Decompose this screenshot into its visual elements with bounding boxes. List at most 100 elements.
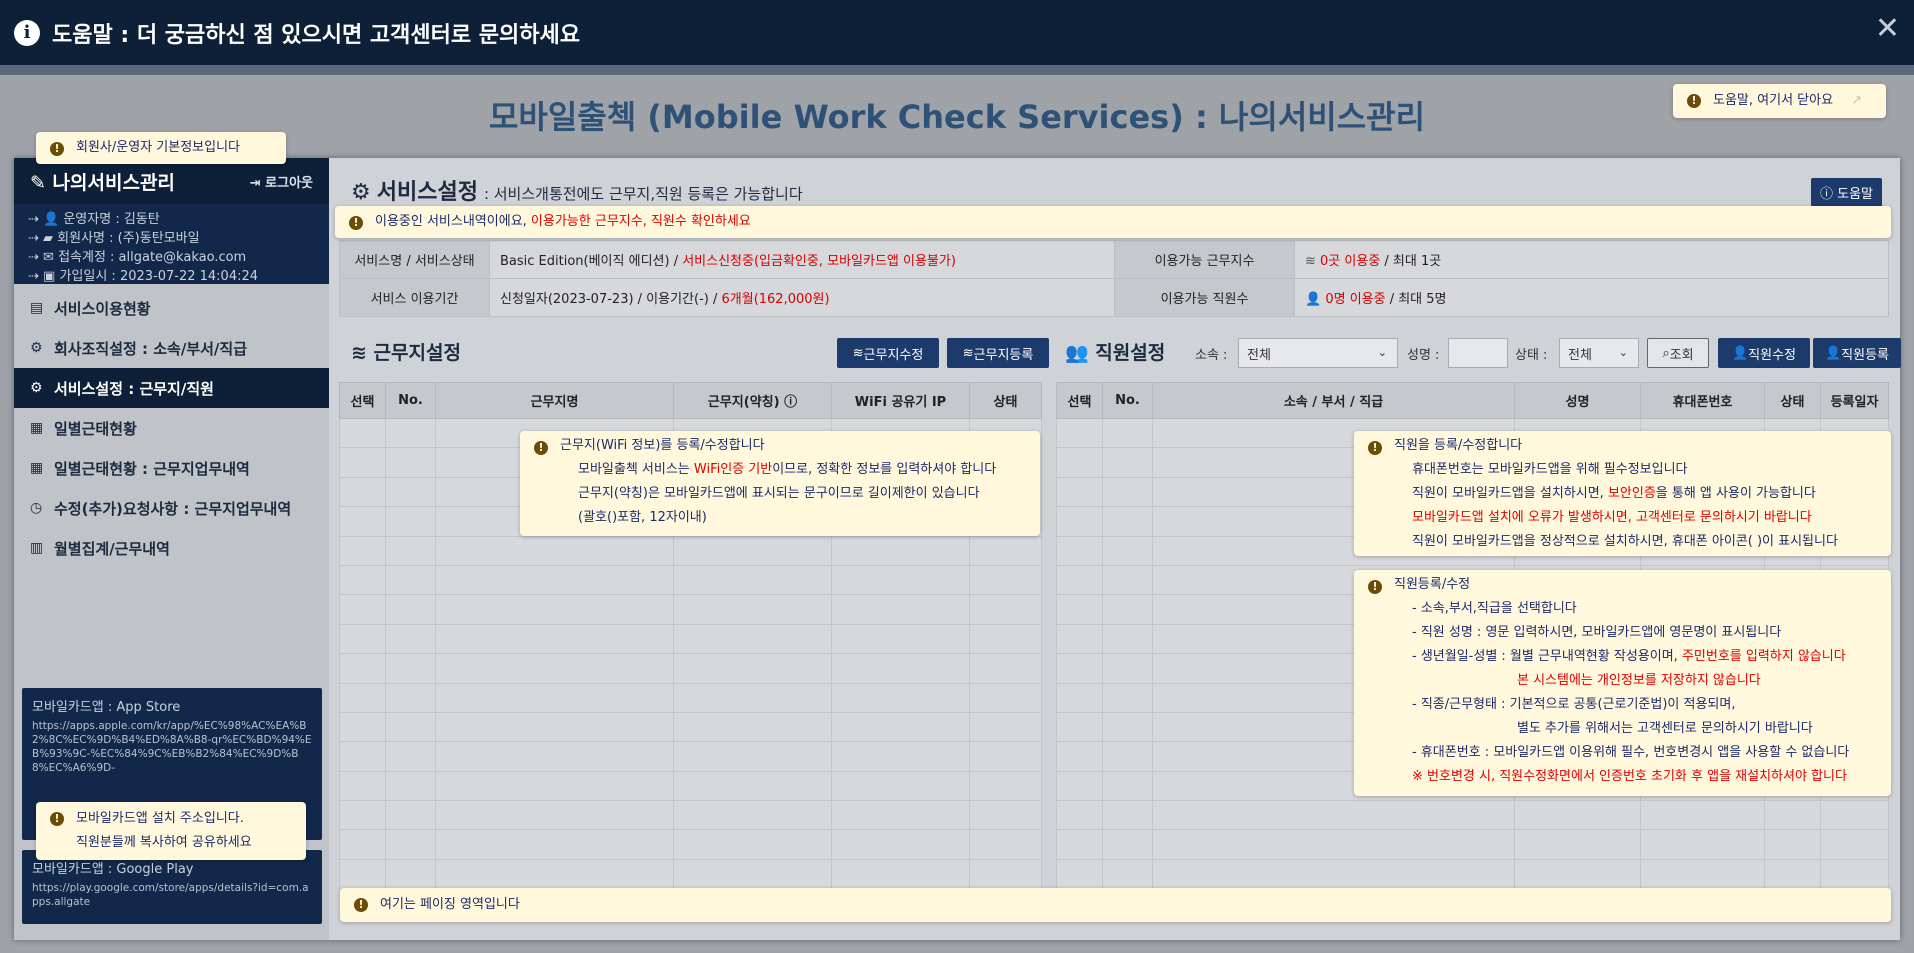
google-play-url[interactable]: https://play.google.com/store/apps/detai…	[32, 881, 312, 909]
sidebar-item-daily-attendance[interactable]: ▦ 일별근태현황	[14, 408, 329, 448]
table-cell	[1820, 829, 1889, 860]
table-cell	[673, 858, 832, 890]
table-cell	[1102, 682, 1153, 713]
table-cell	[1056, 653, 1103, 684]
table-row	[339, 829, 1042, 860]
table-cell	[385, 506, 436, 537]
col-workplace-short[interactable]: 근무지(약칭) ⓘ	[673, 382, 832, 419]
table-cell	[1102, 564, 1153, 596]
search-button[interactable]: ⌕ 조회	[1647, 338, 1709, 368]
col-no[interactable]: No.	[385, 382, 436, 419]
col-status[interactable]: 상태	[1764, 382, 1821, 419]
table-cell	[435, 564, 674, 596]
close-icon[interactable]: ✕	[1875, 14, 1900, 44]
col-select[interactable]: 선택	[339, 382, 386, 419]
logout-icon: ⇥	[249, 175, 266, 191]
sidebar-item-change-requests[interactable]: ◷ 수정(추가)요청사항 : 근무지업무내역	[14, 488, 329, 528]
app-store-url[interactable]: https://apps.apple.com/kr/app/%EC%98%AC%…	[32, 719, 312, 775]
table-cell	[385, 800, 436, 831]
google-play-label: 모바일카드앱 : Google Play	[32, 862, 194, 877]
table-cell	[1102, 829, 1153, 860]
service-name-label: 서비스명 / 서비스상태	[339, 240, 490, 279]
logout-button[interactable]: ⇥ 로그아웃	[250, 172, 313, 191]
table-cell	[1102, 741, 1153, 772]
sidebar-item-service-settings[interactable]: ⚙ 서비스설정 : 근무지/직원	[14, 368, 329, 408]
table-cell	[831, 858, 970, 890]
table-cell	[969, 770, 1042, 802]
staff-title: 👥 직원설정	[1065, 342, 1166, 364]
col-workplace-name[interactable]: 근무지명	[435, 382, 674, 419]
table-cell	[435, 623, 674, 655]
table-cell	[1640, 829, 1765, 860]
table-row	[1056, 800, 1889, 831]
help-button[interactable]: ⓘ 도움말	[1810, 178, 1882, 207]
google-play-box[interactable]: 모바일카드앱 : Google Play https://play.google…	[22, 850, 322, 924]
col-select[interactable]: 선택	[1056, 382, 1103, 419]
table-row	[339, 682, 1042, 713]
tip-paging: ! 여기는 페이징 영역입니다	[340, 888, 1891, 922]
col-org[interactable]: 소속 / 부서 / 직급	[1152, 382, 1515, 419]
table-cell	[1056, 447, 1103, 478]
col-status[interactable]: 상태	[969, 382, 1042, 419]
sidebar-item-daily-workplace[interactable]: ▦ 일별근태현황 : 근무지업무내역	[14, 448, 329, 488]
table-cell	[1056, 476, 1103, 508]
service-period-label: 서비스 이용기간	[339, 278, 490, 317]
tip-close-help[interactable]: ! 도움말, 여기서 닫아요 ↗	[1673, 84, 1886, 118]
table-cell	[339, 594, 386, 625]
table-cell	[435, 594, 674, 625]
sidebar-menu: ▤ 서비스이용현황 ⚙ 회사조직설정 : 소속/부서/직급 ⚙ 서비스설정 : 근무지…	[14, 284, 329, 568]
status-select[interactable]: 전체 ⌄	[1559, 338, 1639, 368]
name-input[interactable]	[1448, 338, 1508, 368]
table-cell	[831, 829, 970, 860]
table-cell	[1764, 800, 1821, 831]
table-cell	[1764, 858, 1821, 890]
table-cell	[969, 741, 1042, 772]
tip-service-info: ! 이용중인 서비스내역이에요, 이용가능한 근무지수, 직원수 확인하세요	[335, 206, 1891, 238]
table-cell	[385, 858, 436, 890]
calendar-icon: ▦	[30, 460, 44, 476]
staff-edit-button[interactable]: 👤 직원수정	[1718, 338, 1810, 368]
sidebar-item-service-usage[interactable]: ▤ 서비스이용현황	[14, 288, 329, 328]
table-cell	[831, 623, 970, 655]
table-row	[339, 535, 1042, 566]
sidebar-item-monthly-summary[interactable]: ▥ 월별집계/근무내역	[14, 528, 329, 568]
table-cell	[435, 653, 674, 684]
col-name[interactable]: 성명	[1514, 382, 1641, 419]
table-cell	[435, 858, 674, 890]
table-header-row: 선택 No. 근무지명 근무지(약칭) ⓘ WiFi 공유기 IP 상태	[339, 382, 1042, 419]
table-cell	[673, 829, 832, 860]
table-cell	[969, 711, 1042, 743]
table-cell	[1056, 564, 1103, 596]
table-cell	[673, 623, 832, 655]
table-cell	[969, 682, 1042, 713]
table-cell	[1056, 535, 1103, 566]
info-icon: i	[14, 19, 40, 46]
col-phone[interactable]: 휴대폰번호	[1640, 382, 1765, 419]
workplace-edit-button[interactable]: ≋ 근무지수정	[837, 338, 939, 368]
service-settings-title: ⚙ 서비스설정 : 서비스개통전에도 근무지,직원 등록은 가능합니다	[351, 180, 803, 205]
table-cell	[339, 653, 386, 684]
tip-workplace: ! 근무지(WiFi 정보)를 등록/수정합니다 모바일출첵 서비스는 WiFi…	[520, 431, 1040, 536]
table-cell	[339, 564, 386, 596]
sidebar-item-org-settings[interactable]: ⚙ 회사조직설정 : 소속/부서/직급	[14, 328, 329, 368]
col-reg-date[interactable]: 등록일자	[1820, 382, 1889, 419]
staff-add-button[interactable]: 👤 직원등록	[1813, 338, 1901, 368]
gear-icon: ⚙	[351, 180, 371, 205]
table-cell	[1102, 770, 1153, 802]
table-cell	[339, 829, 386, 860]
table-cell	[831, 770, 970, 802]
table-cell	[1102, 535, 1153, 566]
table-row	[339, 564, 1042, 596]
table-cell	[673, 594, 832, 625]
exclamation-icon: !	[1368, 441, 1382, 455]
workplace-add-button[interactable]: ≋ 근무지등록	[947, 338, 1049, 368]
staff-count-value: 👤 0명 이용중 / 최대 5명	[1294, 278, 1889, 317]
table-row	[1056, 858, 1889, 890]
table-cell	[1514, 858, 1641, 890]
org-select[interactable]: 전체 ⌄	[1238, 338, 1398, 368]
table-cell	[1056, 711, 1103, 743]
table-cell	[831, 564, 970, 596]
table-cell	[969, 829, 1042, 860]
col-no[interactable]: No.	[1102, 382, 1153, 419]
col-wifi-ip[interactable]: WiFi 공유기 IP	[831, 382, 970, 419]
